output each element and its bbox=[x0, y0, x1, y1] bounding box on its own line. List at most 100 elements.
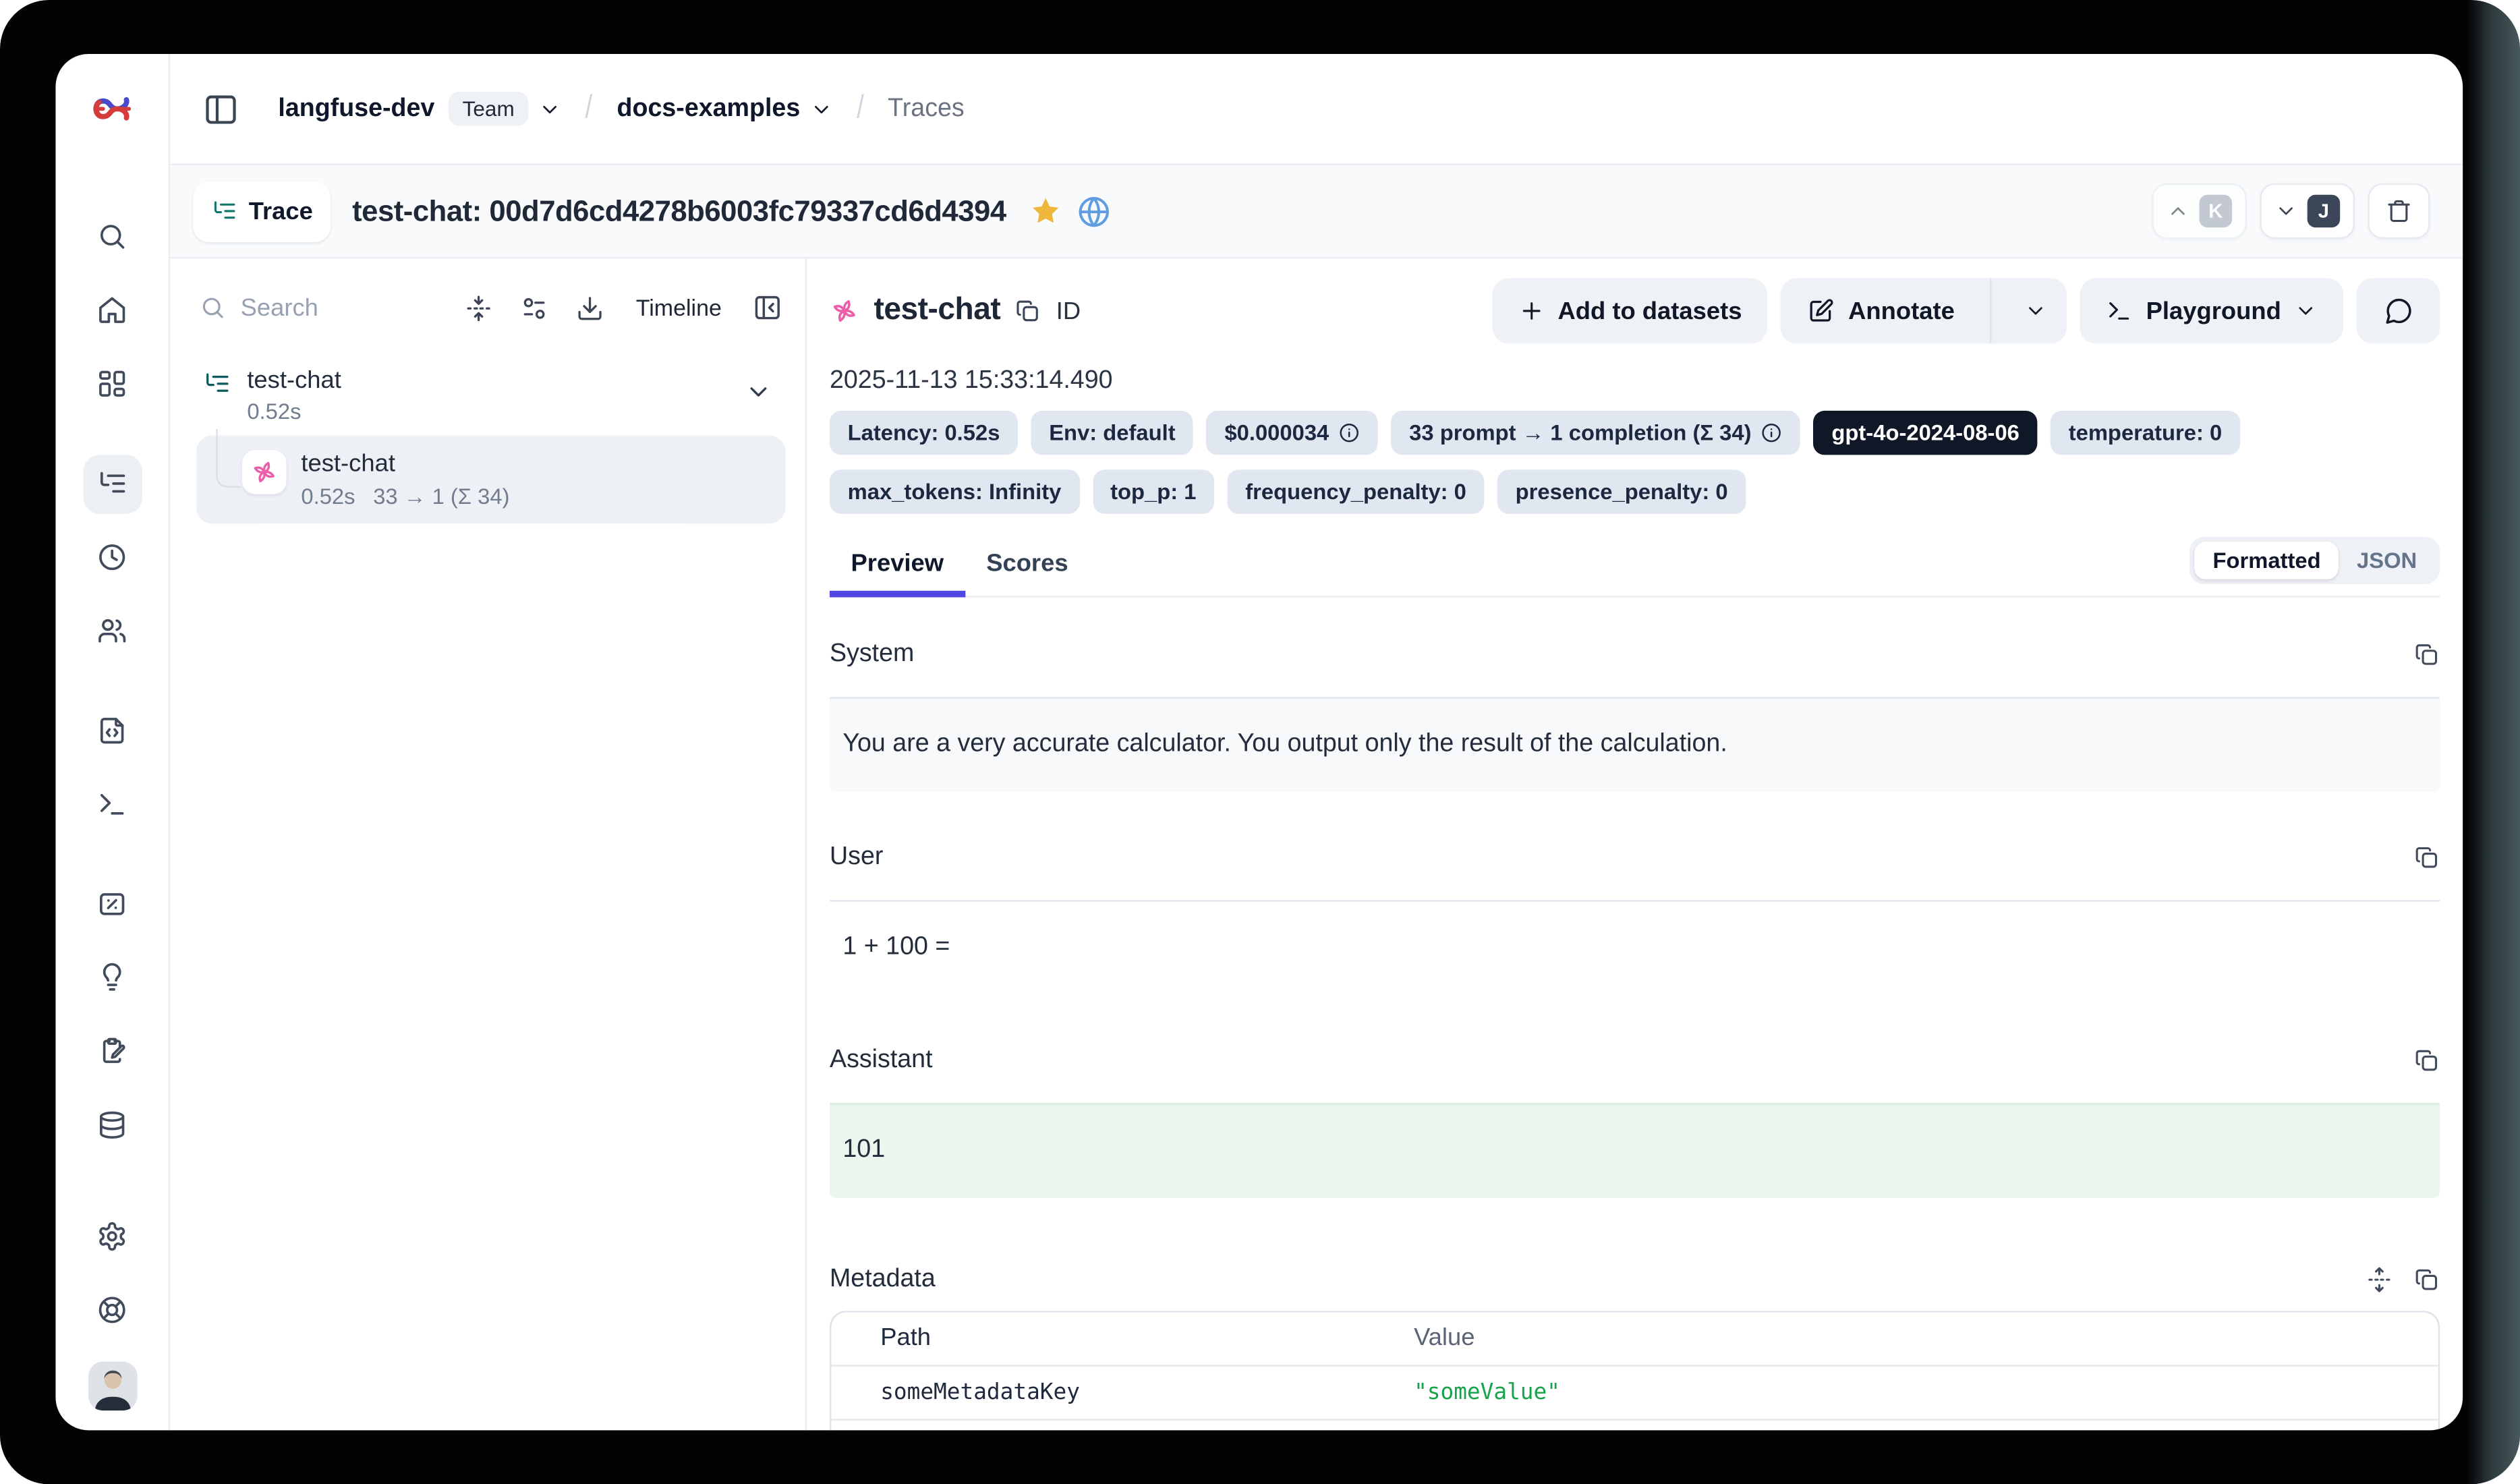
copy-icon[interactable] bbox=[2413, 1047, 2440, 1073]
rail-datasets-icon[interactable] bbox=[55, 1088, 168, 1162]
copy-icon[interactable] bbox=[2413, 845, 2440, 871]
user-label: User bbox=[830, 843, 883, 872]
tree-generation-meta: 0.52s 33 → 1 (Σ 34) bbox=[301, 484, 509, 509]
copy-icon[interactable] bbox=[2413, 641, 2440, 668]
rail-users-icon[interactable] bbox=[55, 594, 168, 668]
system-message-content: You are a very accurate calculator. You … bbox=[830, 697, 2440, 792]
org-type-badge: Team bbox=[448, 92, 529, 126]
column-value: Value bbox=[1414, 1324, 2438, 1352]
metadata-key: someMetadataKey bbox=[831, 1379, 1414, 1406]
add-to-datasets-button[interactable]: Add to datasets bbox=[1492, 278, 1768, 343]
breadcrumb-project[interactable]: docs-examples bbox=[617, 94, 801, 123]
timeline-toggle[interactable]: Timeline bbox=[636, 295, 722, 321]
observation-title: test-chat bbox=[874, 293, 1000, 329]
observation-header: test-chat ID Add to datasets bbox=[830, 278, 2440, 343]
app-window: langfuse-dev Team / docs-examples / Trac… bbox=[55, 54, 2463, 1430]
generation-pinwheel-icon bbox=[830, 296, 859, 326]
tree-generation-row[interactable]: test-chat 0.52s 33 → 1 (Σ 34) bbox=[196, 435, 785, 523]
tree-connector bbox=[216, 429, 240, 488]
tree-tools: Timeline bbox=[464, 293, 782, 322]
rail-nav bbox=[55, 200, 168, 1199]
collapse-panel-icon[interactable] bbox=[753, 293, 782, 322]
tree-collapse-chevron-icon[interactable] bbox=[745, 378, 772, 413]
tree-generation-name: test-chat bbox=[301, 450, 509, 478]
tree-generation-text: test-chat 0.52s 33 → 1 (Σ 34) bbox=[301, 450, 509, 509]
delete-trace-button[interactable] bbox=[2368, 183, 2430, 239]
rail-playground-icon[interactable] bbox=[55, 768, 168, 841]
rail-bottom bbox=[83, 1199, 142, 1430]
breadcrumb-section[interactable]: Traces bbox=[888, 94, 965, 123]
tree-search-input[interactable]: Search bbox=[200, 293, 464, 321]
add-to-datasets-label: Add to datasets bbox=[1557, 297, 1742, 324]
button-divider bbox=[1991, 278, 1992, 343]
tokens-badge[interactable]: 33 prompt → 1 completion (Σ 34) bbox=[1391, 411, 1800, 455]
rail-search-icon[interactable] bbox=[55, 200, 168, 273]
annotate-dropdown-chevron-icon[interactable] bbox=[2005, 278, 2067, 343]
tree-search-placeholder: Search bbox=[241, 293, 318, 321]
rail-support-icon[interactable] bbox=[83, 1273, 142, 1346]
tree-root-text: test-chat 0.52s bbox=[247, 366, 341, 424]
info-icon bbox=[1761, 422, 1783, 444]
annotate-split-button: Annotate bbox=[1781, 278, 2068, 343]
latency-badge: Latency: 0.52s bbox=[830, 411, 1018, 455]
shortcut-key-k: K bbox=[2200, 195, 2233, 228]
frequency-penalty-badge: frequency_penalty: 0 bbox=[1228, 469, 1485, 514]
prev-trace-button[interactable]: K bbox=[2152, 183, 2247, 239]
assistant-message-content: 101 bbox=[830, 1103, 2440, 1198]
langfuse-logo[interactable] bbox=[90, 54, 134, 164]
tabs-row: Preview Scores Formatted JSON bbox=[830, 537, 2440, 598]
comments-button[interactable] bbox=[2356, 278, 2440, 343]
rail-dashboard-icon[interactable] bbox=[55, 347, 168, 420]
bookmark-star-icon[interactable] bbox=[1029, 195, 1062, 228]
metadata-table: Path Value someMetadataKey "someValue" bbox=[830, 1311, 2440, 1431]
breadcrumb-org[interactable]: langfuse-dev bbox=[278, 94, 434, 123]
tree-root-name: test-chat bbox=[247, 366, 341, 394]
metadata-label: Metadata bbox=[830, 1265, 936, 1294]
breadcrumb: langfuse-dev Team / docs-examples / Trac… bbox=[278, 90, 964, 127]
org-chevron-down-icon[interactable] bbox=[539, 97, 562, 120]
observation-detail-panel: test-chat ID Add to datasets bbox=[807, 258, 2463, 1430]
breadcrumb-slash: / bbox=[857, 90, 864, 127]
next-trace-button[interactable]: J bbox=[2260, 183, 2355, 239]
project-chevron-down-icon[interactable] bbox=[810, 97, 833, 120]
max-tokens-badge: max_tokens: Infinity bbox=[830, 469, 1079, 514]
tree-root-row[interactable]: test-chat 0.52s bbox=[187, 366, 789, 424]
shortcut-key-j: J bbox=[2308, 195, 2341, 228]
rail-lightbulb-icon[interactable] bbox=[55, 941, 168, 1015]
topbar: langfuse-dev Team / docs-examples / Trac… bbox=[170, 54, 2463, 165]
sidebar-toggle-icon[interactable] bbox=[203, 91, 239, 127]
metadata-row: someMetadataKey "someValue" bbox=[831, 1366, 2438, 1420]
copy-icon[interactable] bbox=[2413, 1266, 2440, 1292]
rail-evals-icon[interactable] bbox=[55, 867, 168, 941]
rail-prompts-icon[interactable] bbox=[55, 694, 168, 768]
toggle-formatted[interactable]: Formatted bbox=[2195, 542, 2339, 579]
icon-rail bbox=[55, 54, 170, 1430]
playground-button[interactable]: Playground bbox=[2081, 278, 2343, 343]
toggle-json[interactable]: JSON bbox=[2339, 542, 2435, 579]
badge-row-1: Latency: 0.52s Env: default $0.000034 33… bbox=[830, 411, 2440, 455]
presence-penalty-badge: presence_penalty: 0 bbox=[1497, 469, 1746, 514]
model-badge[interactable]: gpt-4o-2024-08-06 bbox=[1814, 411, 2038, 455]
generation-pinwheel-icon bbox=[242, 450, 287, 494]
expand-all-icon[interactable] bbox=[2366, 1266, 2393, 1292]
breadcrumb-slash: / bbox=[585, 90, 593, 127]
view-settings-icon[interactable] bbox=[520, 293, 548, 321]
temperature-badge: temperature: 0 bbox=[2051, 411, 2240, 455]
trace-badge-label: Trace bbox=[249, 197, 313, 225]
download-icon[interactable] bbox=[575, 293, 603, 321]
rail-sessions-icon[interactable] bbox=[55, 520, 168, 594]
rail-settings-icon[interactable] bbox=[83, 1199, 142, 1273]
rail-annotation-icon[interactable] bbox=[55, 1015, 168, 1088]
observation-title-group: test-chat ID bbox=[830, 293, 1081, 329]
user-avatar[interactable] bbox=[88, 1361, 137, 1410]
cost-badge[interactable]: $0.000034 bbox=[1207, 411, 1378, 455]
info-icon bbox=[1339, 422, 1361, 444]
copy-id-icon[interactable] bbox=[1015, 298, 1041, 324]
tab-preview[interactable]: Preview bbox=[830, 550, 965, 596]
rail-home-icon[interactable] bbox=[55, 273, 168, 347]
public-globe-icon[interactable] bbox=[1077, 194, 1111, 228]
annotate-button[interactable]: Annotate bbox=[1781, 278, 1978, 343]
collapse-all-icon[interactable] bbox=[464, 293, 492, 321]
rail-tracing-icon[interactable] bbox=[55, 447, 168, 520]
tab-scores[interactable]: Scores bbox=[965, 550, 1089, 596]
